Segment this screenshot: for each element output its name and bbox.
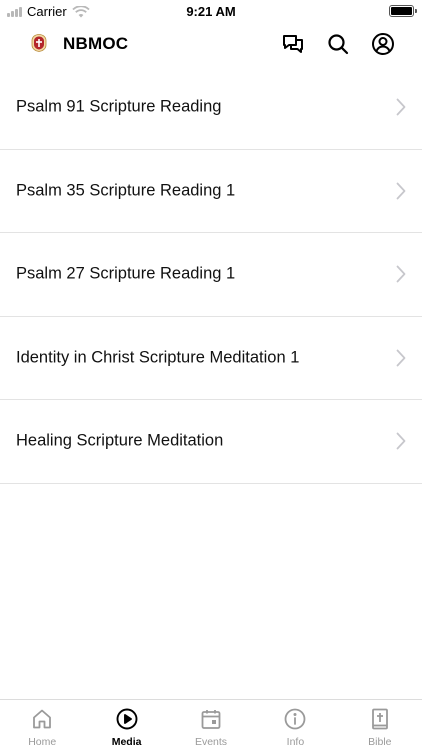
status-bar: Carrier 9:21 AM: [0, 0, 422, 22]
tab-label-media: Media: [111, 736, 142, 748]
list-item-label: Identity in Christ Scripture Meditation …: [16, 348, 300, 367]
calendar-icon: [201, 710, 221, 729]
chat-icon[interactable]: [281, 32, 305, 56]
app-screen: Carrier 9:21 AM NBMOC Psalm 91 Scripture…: [0, 0, 422, 750]
chevron-right-icon: [396, 182, 406, 200]
home-icon: [33, 709, 52, 729]
media-list: Psalm 91 Scripture Reading Psalm 35 Scri…: [0, 66, 422, 484]
chevron-right-icon: [396, 349, 406, 367]
status-time: 9:21 AM: [186, 4, 236, 19]
info-icon: [285, 708, 306, 730]
tab-bar: Home Media Events Info Bible: [0, 699, 422, 750]
church-logo-icon: [31, 34, 47, 52]
bible-icon: [371, 708, 388, 730]
app-title: NBMOC: [63, 34, 129, 53]
list-item-label: Psalm 91 Scripture Reading: [16, 97, 222, 116]
search-icon[interactable]: [326, 32, 350, 56]
tab-info[interactable]: Info: [253, 700, 337, 750]
list-item-label: Psalm 27 Scripture Reading 1: [16, 264, 236, 283]
play-circle-icon: [116, 708, 138, 730]
list-item[interactable]: Healing Scripture Meditation: [0, 400, 422, 484]
list-item[interactable]: Psalm 27 Scripture Reading 1: [0, 233, 422, 317]
app-header: NBMOC: [0, 22, 422, 66]
list-item[interactable]: Identity in Christ Scripture Meditation …: [0, 317, 422, 400]
tab-label-events: Events: [194, 736, 228, 748]
list-item[interactable]: Psalm 35 Scripture Reading 1: [0, 150, 422, 233]
tab-label-info: Info: [286, 736, 305, 748]
tab-home[interactable]: Home: [0, 700, 84, 750]
list-item[interactable]: Psalm 91 Scripture Reading: [0, 66, 422, 150]
chevron-right-icon: [396, 98, 406, 116]
chevron-right-icon: [396, 265, 406, 283]
battery-icon: [389, 5, 417, 17]
tab-bible[interactable]: Bible: [338, 700, 422, 750]
list-item-label: Psalm 35 Scripture Reading 1: [16, 181, 236, 200]
tab-events[interactable]: Events: [169, 700, 253, 750]
chevron-right-icon: [396, 432, 406, 450]
tab-label-home: Home: [28, 736, 57, 748]
tab-label-bible: Bible: [368, 736, 392, 748]
profile-icon[interactable]: [371, 32, 395, 56]
tab-media[interactable]: Media: [84, 700, 168, 750]
list-item-label: Healing Scripture Meditation: [16, 431, 224, 450]
